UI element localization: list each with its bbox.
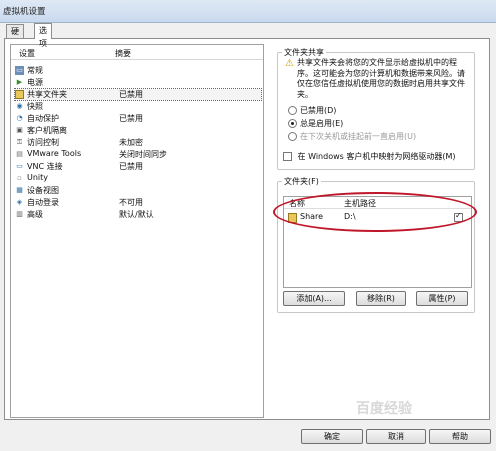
radio-disabled[interactable]: 已禁用(D) bbox=[288, 105, 336, 116]
autologin-icon: ◈ bbox=[16, 198, 23, 206]
window-title: 虚拟机设置 bbox=[3, 7, 46, 17]
folders-list-header: 名称 主机路径 bbox=[284, 197, 471, 209]
tab-hardware[interactable]: 硬件 bbox=[6, 24, 24, 49]
folder-sharing-title: 文件夹共享 bbox=[282, 47, 326, 58]
settings-row-name: VNC 连接 bbox=[27, 162, 63, 171]
folder-name: Share bbox=[300, 212, 324, 221]
cancel-button[interactable]: 取消 bbox=[366, 429, 426, 444]
settings-row-summary: 已禁用 bbox=[119, 90, 143, 99]
power-icon: ▶ bbox=[16, 78, 23, 86]
column-header-setting: 设置 bbox=[19, 49, 35, 58]
settings-row-shared-folders[interactable]: 共享文件夹 已禁用 bbox=[14, 88, 262, 101]
settings-list[interactable]: 设置 摘要 ▭ 常规 ▶ 电源 共享文件夹 已禁用 ◉ 快照 ◔ 自动保护 已禁… bbox=[10, 44, 264, 418]
radio-until-poweroff: 在下次关机或挂起前一直启用(U) bbox=[288, 131, 416, 142]
settings-row-name: 快照 bbox=[27, 102, 43, 111]
settings-row-summary: 不可用 bbox=[119, 198, 143, 207]
settings-row-summary: 未加密 bbox=[119, 138, 143, 147]
settings-row-summary: 已禁用 bbox=[119, 114, 143, 123]
radio-button bbox=[288, 132, 297, 141]
settings-row-name: 常规 bbox=[27, 66, 43, 75]
device-view-icon: ▦ bbox=[16, 186, 23, 194]
settings-row-name: 客户机隔离 bbox=[27, 126, 67, 135]
settings-list-header: 设置 摘要 bbox=[11, 45, 263, 60]
general-icon: ▭ bbox=[15, 66, 24, 75]
shared-folder-icon bbox=[15, 90, 24, 99]
settings-row-name: 电源 bbox=[27, 78, 43, 87]
properties-button[interactable]: 属性(P) bbox=[416, 291, 468, 306]
settings-row-vmware-tools[interactable]: ▤ VMware Tools 关闭时间同步 bbox=[15, 149, 261, 160]
radio-label: 总是启用(E) bbox=[300, 119, 344, 128]
settings-row-access-control[interactable]: ⚿ 访问控制 未加密 bbox=[15, 137, 261, 148]
settings-row-name: 高级 bbox=[27, 210, 43, 219]
add-button[interactable]: 添加(A)... bbox=[283, 291, 345, 306]
unity-icon: ▫ bbox=[17, 174, 22, 182]
tab-options[interactable]: 选项 bbox=[34, 23, 52, 48]
column-header-host-path: 主机路径 bbox=[344, 199, 376, 208]
help-button[interactable]: 帮助 bbox=[429, 429, 491, 444]
settings-row-vnc[interactable]: ▭ VNC 连接 已禁用 bbox=[15, 161, 261, 172]
watermark: 百度经验 bbox=[356, 401, 412, 417]
settings-row-name: Unity bbox=[27, 173, 49, 182]
ok-button[interactable]: 确定 bbox=[301, 429, 363, 444]
settings-row-name: 访问控制 bbox=[27, 138, 59, 147]
folder-row[interactable]: Share D:\ bbox=[288, 211, 468, 223]
settings-row-device-view[interactable]: ▦ 设备视图 bbox=[15, 185, 261, 196]
settings-row-summary: 已禁用 bbox=[119, 162, 143, 171]
column-header-name: 名称 bbox=[289, 199, 305, 208]
map-network-drive-label: 在 Windows 客户机中映射为网络驱动器(M) bbox=[297, 152, 456, 161]
radio-label: 已禁用(D) bbox=[300, 106, 337, 115]
folder-enabled-checkbox[interactable] bbox=[454, 211, 463, 222]
settings-row-name: 自动登录 bbox=[27, 198, 59, 207]
settings-row-general[interactable]: ▭ 常规 bbox=[15, 65, 261, 76]
settings-row-autoprotect[interactable]: ◔ 自动保护 已禁用 bbox=[15, 113, 261, 124]
settings-row-name: VMware Tools bbox=[27, 149, 82, 158]
title-bar: 虚拟机设置 bbox=[0, 0, 496, 23]
vnc-icon: ▭ bbox=[16, 162, 23, 170]
autoprotect-icon: ◔ bbox=[16, 114, 23, 122]
radio-button[interactable] bbox=[288, 106, 297, 115]
vmware-tools-icon: ▤ bbox=[16, 150, 23, 158]
settings-row-autologin[interactable]: ◈ 自动登录 不可用 bbox=[15, 197, 261, 208]
advanced-icon: ▥ bbox=[16, 210, 23, 218]
remove-button[interactable]: 移除(R) bbox=[356, 291, 406, 306]
warning-icon: ⚠ bbox=[285, 58, 294, 69]
radio-always-enabled[interactable]: 总是启用(E) bbox=[288, 118, 343, 129]
settings-row-name: 共享文件夹 bbox=[27, 90, 67, 99]
snapshot-icon: ◉ bbox=[16, 102, 23, 110]
settings-row-advanced[interactable]: ▥ 高级 默认/默认 bbox=[15, 209, 261, 220]
settings-row-unity[interactable]: ▫ Unity bbox=[15, 173, 261, 184]
radio-button[interactable] bbox=[288, 119, 297, 128]
checkbox[interactable] bbox=[283, 152, 292, 161]
folder-host-path: D:\ bbox=[344, 212, 356, 221]
settings-row-guest-isolation[interactable]: ▣ 客户机隔离 bbox=[15, 125, 261, 136]
isolation-icon: ▣ bbox=[16, 126, 23, 134]
settings-row-snapshots[interactable]: ◉ 快照 bbox=[15, 101, 261, 112]
settings-row-name: 设备视图 bbox=[27, 186, 59, 195]
folders-title: 文件夹(F) bbox=[282, 176, 321, 187]
settings-row-name: 自动保护 bbox=[27, 114, 59, 123]
folder-icon bbox=[288, 213, 297, 223]
settings-row-summary: 默认/默认 bbox=[119, 210, 154, 219]
map-network-drive-checkbox[interactable]: 在 Windows 客户机中映射为网络驱动器(M) bbox=[283, 151, 456, 162]
settings-row-power[interactable]: ▶ 电源 bbox=[15, 77, 261, 88]
sharing-warning-text: 共享文件夹会将您的文件显示给虚拟机中的程序。这可能会为您的计算机和数据带来风险。… bbox=[297, 58, 465, 99]
access-control-icon: ⚿ bbox=[16, 138, 23, 146]
settings-row-summary: 关闭时间同步 bbox=[119, 150, 167, 159]
radio-label: 在下次关机或挂起前一直启用(U) bbox=[300, 132, 417, 141]
column-header-summary: 摘要 bbox=[115, 49, 131, 58]
folders-list[interactable]: 名称 主机路径 Share D:\ bbox=[283, 196, 472, 288]
